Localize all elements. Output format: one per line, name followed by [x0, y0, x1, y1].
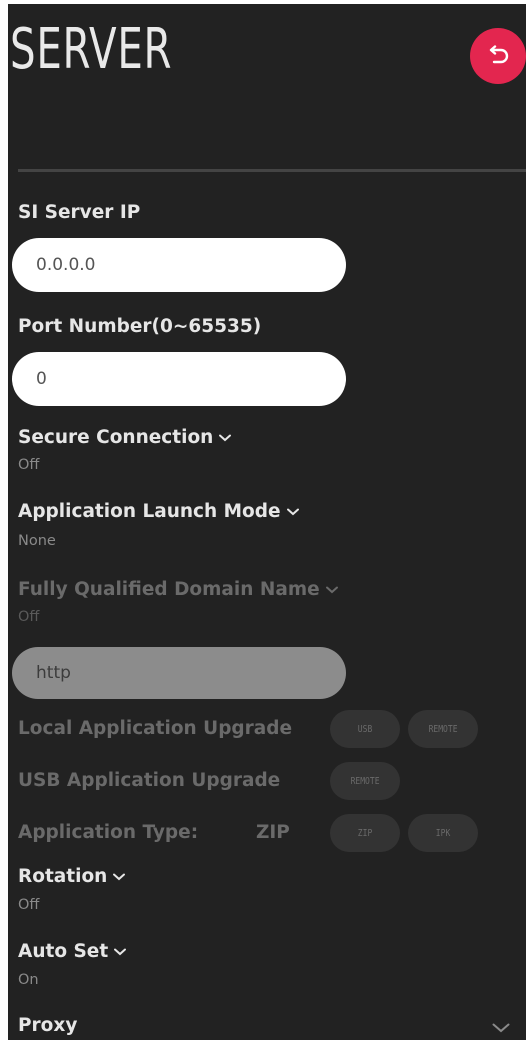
rotation-label: Rotation — [18, 866, 108, 887]
chevron-down-icon — [114, 948, 127, 956]
usb-app-upgrade-label: USB Application Upgrade — [18, 770, 281, 791]
local-app-upgrade-label: Local Application Upgrade — [18, 718, 293, 739]
chevron-down-icon — [219, 434, 232, 442]
proxy-label[interactable]: Proxy — [18, 1015, 77, 1036]
back-arrow-icon — [489, 45, 509, 64]
app-type-zip-button: ZIP — [330, 814, 400, 852]
rotation-value: Off — [18, 897, 40, 913]
page-title: SERVER — [10, 17, 173, 82]
auto-set-value: On — [18, 972, 39, 988]
app-type-ipk-button: IPK — [408, 814, 478, 852]
secure-connection-label: Secure Connection — [18, 427, 214, 448]
local-upgrade-remote-button: REMOTE — [408, 710, 478, 748]
fqdn-label: Fully Qualified Domain Name — [18, 579, 320, 600]
rotation-dropdown[interactable]: Rotation — [18, 866, 126, 887]
port-number-label: Port Number(0~65535) — [18, 316, 262, 337]
server-settings-panel: SERVER SI Server IP Port Number(0~65535)… — [8, 4, 526, 1040]
application-type-value: ZIP — [256, 822, 290, 843]
chevron-down-icon — [325, 586, 338, 594]
app-launch-mode-value: None — [18, 533, 56, 549]
secure-connection-dropdown[interactable]: Secure Connection — [18, 427, 232, 448]
chevron-down-icon — [286, 508, 299, 516]
si-server-ip-label: SI Server IP — [18, 202, 141, 223]
back-button[interactable] — [470, 28, 526, 84]
si-server-ip-input[interactable] — [12, 238, 346, 292]
app-launch-mode-label: Application Launch Mode — [18, 501, 281, 522]
fqdn-dropdown: Fully Qualified Domain Name — [18, 579, 338, 600]
app-launch-mode-dropdown[interactable]: Application Launch Mode — [18, 501, 299, 522]
header-divider — [18, 169, 526, 172]
fqdn-value: Off — [18, 609, 40, 625]
port-number-input[interactable] — [12, 352, 346, 406]
chevron-down-icon[interactable] — [492, 1023, 510, 1033]
secure-connection-value: Off — [18, 457, 40, 473]
auto-set-dropdown[interactable]: Auto Set — [18, 941, 127, 962]
auto-set-label: Auto Set — [18, 941, 109, 962]
application-type-label: Application Type: — [18, 822, 199, 843]
local-upgrade-usb-button: USB — [330, 710, 400, 748]
chevron-down-icon — [113, 873, 126, 881]
usb-upgrade-remote-button: REMOTE — [330, 762, 400, 800]
fqdn-input — [12, 647, 346, 699]
